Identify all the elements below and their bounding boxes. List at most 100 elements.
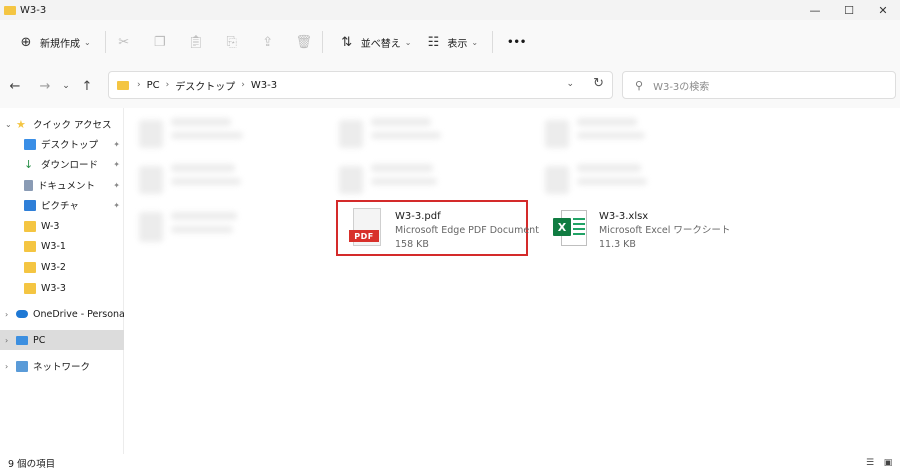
chevron-down-icon: ⌄ xyxy=(84,37,91,47)
blurred-file-label xyxy=(171,178,241,185)
blurred-file-icon xyxy=(339,120,363,148)
tiles-view-icon[interactable]: ▣ xyxy=(882,457,894,469)
network-icon xyxy=(16,360,28,372)
blurred-file-icon xyxy=(545,120,569,148)
sort-label: 並べ替え xyxy=(360,38,401,50)
file-size: 11.3 KB xyxy=(599,239,636,250)
cloud-icon xyxy=(16,310,28,318)
forward-arrow-icon[interactable]: → xyxy=(32,73,58,99)
sidebar-item-w-3[interactable]: W-3 xyxy=(0,216,124,236)
sidebar-item-w3-2[interactable]: W3-2 xyxy=(0,257,124,277)
download-icon: ↓ xyxy=(24,157,34,171)
share-icon[interactable]: ⇪ xyxy=(258,32,278,52)
pc-icon xyxy=(16,335,28,345)
sidebar-item-w3-3[interactable]: W3-3 xyxy=(0,278,124,298)
rename-icon[interactable]: ⎘ xyxy=(222,32,242,52)
address-bar[interactable]: › PC › デスクトップ › W3-3 ⌄ ↻ xyxy=(108,71,613,99)
excel-icon: X xyxy=(553,208,589,250)
back-arrow-icon[interactable]: ← xyxy=(2,73,28,99)
cut-icon[interactable]: ✂ xyxy=(114,32,134,52)
pictures-icon xyxy=(24,199,36,211)
pin-icon: ✦ xyxy=(113,180,120,190)
blurred-file-icon xyxy=(139,120,163,148)
breadcrumb-w3-3[interactable]: W3-3 xyxy=(251,80,277,91)
window-title: W3-3 xyxy=(20,4,47,16)
paste-icon[interactable]: 📋︎ xyxy=(186,32,206,52)
blurred-file-icon xyxy=(339,166,363,194)
address-row: ← → ⌄ ↑ › PC › デスクトップ › W3-3 ⌄ ↻ ⚲ W3-3の… xyxy=(0,64,900,108)
sidebar-item-desktop[interactable]: デスクトップ ✦ xyxy=(0,134,124,154)
sidebar-quick-access[interactable]: ⌄ ★ クイック アクセス xyxy=(0,114,124,134)
expand-chevron-icon[interactable]: › xyxy=(5,310,8,319)
chevron-down-icon: ⌄ xyxy=(471,37,479,47)
command-bar: ⊕ 新規作成 ⌄ ✂ ❐ 📋︎ ⎘ ⇪ 🗑︎ ⇅ 並べ替え ⌄ ☷ 表示 ⌄ •… xyxy=(0,20,900,64)
delete-icon[interactable]: 🗑︎ xyxy=(294,32,314,52)
file-name: W3-3.pdf xyxy=(395,211,441,222)
refresh-icon[interactable]: ↻ xyxy=(593,76,604,91)
pin-icon: ✦ xyxy=(113,159,120,169)
breadcrumb-desktop[interactable]: デスクトップ xyxy=(175,78,235,93)
sidebar-item-pc[interactable]: › PC xyxy=(0,330,124,350)
navigation-pane: ⌄ ★ クイック アクセス デスクトップ ✦ ↓ ダウンロード ✦ ドキュメント… xyxy=(0,108,128,454)
desktop-icon xyxy=(24,138,36,150)
chevron-down-icon: ⌄ xyxy=(404,37,412,47)
plus-circle-icon: ⊕ xyxy=(20,34,32,50)
blurred-file-icon xyxy=(545,166,569,194)
document-icon xyxy=(24,179,33,191)
expand-chevron-icon[interactable]: › xyxy=(5,336,8,345)
new-label: 新規作成 xyxy=(40,38,80,50)
file-size: 158 KB xyxy=(395,239,429,250)
file-view: PDF W3-3.pdf Microsoft Edge PDF Document… xyxy=(125,108,900,454)
new-button[interactable]: ⊕ 新規作成 ⌄ xyxy=(10,28,97,56)
toolbar-divider xyxy=(492,31,494,53)
blurred-file-label xyxy=(577,164,641,172)
maximize-button[interactable]: ☐ xyxy=(832,0,866,20)
expand-chevron-icon[interactable]: ⌄ xyxy=(5,120,12,129)
sort-icon: ⇅ xyxy=(341,34,353,50)
toolbar-divider xyxy=(321,31,323,53)
sidebar-item-network[interactable]: › ネットワーク xyxy=(0,356,124,376)
view-icon: ☷ xyxy=(427,34,440,50)
file-type: Microsoft Edge PDF Document xyxy=(395,225,539,236)
sidebar-item-onedrive[interactable]: › OneDrive - Personal xyxy=(0,304,128,324)
blurred-file-label xyxy=(171,118,231,126)
breadcrumb-pc[interactable]: PC xyxy=(147,80,160,91)
recent-chevron-icon[interactable]: ⌄ xyxy=(58,73,74,99)
blurred-file-label xyxy=(577,118,637,126)
file-name: W3-3.xlsx xyxy=(599,211,649,222)
pin-icon: ✦ xyxy=(113,200,120,210)
sidebar-item-downloads[interactable]: ↓ ダウンロード ✦ xyxy=(0,154,124,174)
expand-chevron-icon[interactable]: › xyxy=(5,362,8,371)
folder-icon xyxy=(24,261,36,273)
file-item-pdf[interactable]: PDF W3-3.pdf Microsoft Edge PDF Document… xyxy=(349,208,539,252)
blurred-file-label xyxy=(577,178,647,185)
up-arrow-icon[interactable]: ↑ xyxy=(74,73,100,99)
sidebar-item-pictures[interactable]: ピクチャ ✦ xyxy=(0,195,124,215)
copy-icon[interactable]: ❐ xyxy=(150,32,170,52)
pdf-icon: PDF xyxy=(349,208,385,250)
blurred-file-label xyxy=(371,178,437,185)
folder-icon xyxy=(24,240,36,252)
pin-icon: ✦ xyxy=(113,139,120,149)
file-item-xlsx[interactable]: X W3-3.xlsx Microsoft Excel ワークシート 11.3 … xyxy=(553,208,730,252)
sort-button[interactable]: ⇅ 並べ替え ⌄ xyxy=(331,28,418,56)
minimize-button[interactable]: — xyxy=(798,0,832,20)
breadcrumb-separator: › xyxy=(137,80,141,90)
blurred-file-label xyxy=(371,118,431,126)
address-dropdown-icon[interactable]: ⌄ xyxy=(566,79,574,89)
close-button[interactable]: ✕ xyxy=(866,0,900,20)
more-button[interactable]: ••• xyxy=(501,28,532,56)
sidebar-item-w3-1[interactable]: W3-1 xyxy=(0,236,124,256)
title-bar: W3-3 — ☐ ✕ xyxy=(0,0,900,20)
breadcrumb-separator: › xyxy=(165,80,170,90)
sidebar-item-documents[interactable]: ドキュメント ✦ xyxy=(0,175,124,195)
search-icon: ⚲ xyxy=(635,78,644,92)
search-box[interactable]: ⚲ W3-3の検索 xyxy=(622,71,896,99)
view-label: 表示 xyxy=(447,38,468,50)
blurred-file-label xyxy=(171,132,243,139)
view-button[interactable]: ☷ 表示 ⌄ xyxy=(417,28,484,56)
folder-icon xyxy=(4,5,16,15)
blurred-file-label xyxy=(171,226,233,233)
blurred-file-label xyxy=(171,164,235,172)
details-view-icon[interactable]: ☰ xyxy=(864,457,876,469)
